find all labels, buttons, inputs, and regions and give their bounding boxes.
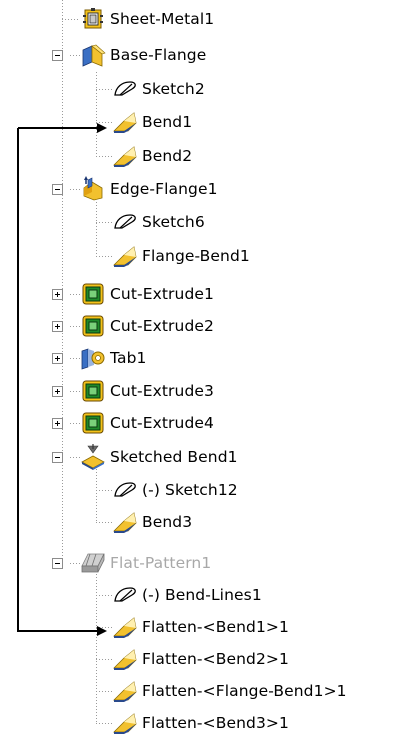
feature-manager-tree: Sheet-Metal1 Base-Flange Sketch2 Bend1 B… [0,0,393,743]
annotation-arrow [17,123,107,636]
